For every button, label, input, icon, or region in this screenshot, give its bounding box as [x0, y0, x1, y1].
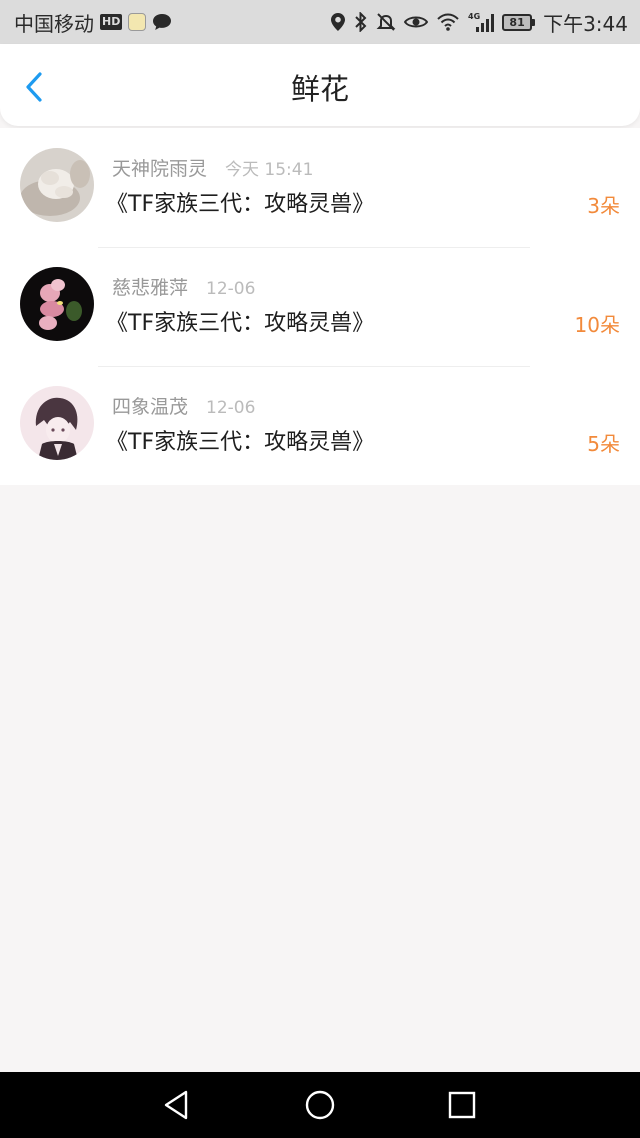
page-title: 鲜花 [290, 72, 349, 106]
user-name[interactable]: 四象温茂 [112, 392, 188, 419]
app-header: 鲜花 [0, 44, 640, 126]
wifi-icon [436, 12, 460, 32]
chat-bubble-icon [152, 13, 172, 31]
mute-icon [376, 12, 396, 32]
list-item[interactable]: 天神院雨灵 今天 15:41 《TF家族三代：攻略灵兽》 3朵 [0, 128, 640, 247]
battery-level: 81 [502, 13, 533, 31]
app-notification-icon [128, 13, 147, 31]
status-left: 中国移动 HD [14, 0, 172, 44]
nav-home-button[interactable] [302, 1087, 338, 1123]
hd-badge: HD [100, 14, 123, 30]
navigation-bar [0, 1072, 640, 1138]
user-name[interactable]: 慈悲雅萍 [112, 273, 188, 300]
post-date: 12-06 [206, 398, 256, 418]
clock: 下午3:44 [543, 11, 628, 36]
item-meta: 四象温茂 12-06 [112, 392, 255, 418]
nav-recent-button[interactable] [444, 1087, 480, 1123]
bluetooth-icon [354, 12, 368, 32]
square-recent-icon [448, 1091, 476, 1119]
location-icon [330, 12, 346, 32]
flower-count: 5朵 [587, 432, 620, 456]
list-item[interactable]: 慈悲雅萍 12-06 《TF家族三代：攻略灵兽》 10朵 [0, 247, 640, 366]
post-date: 12-06 [206, 279, 256, 299]
nav-back-button[interactable] [160, 1087, 196, 1123]
post-date: 今天 15:41 [225, 160, 314, 180]
book-title[interactable]: 《TF家族三代：攻略灵兽》 [106, 186, 374, 218]
list-item[interactable]: 四象温茂 12-06 《TF家族三代：攻略灵兽》 5朵 [0, 366, 640, 485]
flower-list: 天神院雨灵 今天 15:41 《TF家族三代：攻略灵兽》 3朵 慈悲雅萍 12-… [0, 128, 640, 485]
signal-icon: 4G [468, 11, 495, 33]
book-title[interactable]: 《TF家族三代：攻略灵兽》 [106, 305, 374, 337]
avatar [20, 267, 94, 341]
triangle-back-icon [164, 1090, 188, 1120]
flower-count: 10朵 [574, 313, 620, 337]
user-name[interactable]: 天神院雨灵 [112, 154, 207, 181]
battery-icon: 81 [502, 13, 536, 31]
status-right: 4G 81 下午3:44 [330, 0, 628, 44]
status-bar: 中国移动 HD 4G 81 下午3:44 [0, 0, 640, 44]
carrier-name: 中国移动 [14, 11, 94, 36]
item-meta: 慈悲雅萍 12-06 [112, 273, 255, 299]
avatar [20, 148, 94, 222]
network-type-label: 4G [468, 12, 480, 21]
avatar [20, 386, 94, 460]
item-meta: 天神院雨灵 今天 15:41 [112, 154, 313, 180]
circle-home-icon [305, 1090, 335, 1120]
book-title[interactable]: 《TF家族三代：攻略灵兽》 [106, 424, 374, 456]
eye-comfort-icon [404, 13, 429, 31]
flower-count: 3朵 [587, 194, 620, 218]
